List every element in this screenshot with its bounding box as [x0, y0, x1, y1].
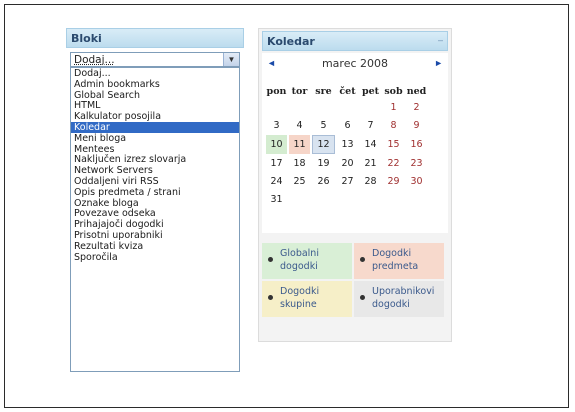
calendar-day[interactable]: 24 [266, 173, 287, 190]
dropdown-option[interactable]: Opis predmeta / strani [71, 187, 239, 198]
next-month-icon[interactable]: ► [434, 58, 443, 68]
calendar-empty-cell [289, 99, 310, 116]
calendar-day[interactable]: 1 [383, 99, 404, 116]
dropdown-option[interactable]: Povezave odseka [71, 208, 239, 219]
blocks-panel-title: Bloki [66, 28, 244, 48]
dropdown-option[interactable]: Rezultati kviza [71, 241, 239, 252]
weekday-header: tor [291, 85, 308, 97]
month-title[interactable]: marec 2008 [262, 57, 448, 70]
calendar-day[interactable]: 27 [337, 173, 358, 190]
calendar-empty-cell [337, 99, 358, 116]
calendar-empty-cell [383, 191, 404, 208]
calendar-empty-cell [360, 99, 381, 116]
calendar-empty-cell [289, 191, 310, 208]
calendar-header: Koledar – [262, 31, 448, 51]
legend-group-events[interactable]: Dogodki skupine [262, 281, 352, 317]
calendar-day[interactable]: 29 [383, 173, 404, 190]
calendar-day[interactable]: 30 [406, 173, 427, 190]
dropdown-option[interactable]: Oddaljeni viri RSS [71, 176, 239, 187]
calendar-day[interactable]: 18 [289, 155, 310, 172]
eye-icon [360, 257, 365, 262]
weekday-header: sob [384, 85, 403, 97]
calendar-day[interactable]: 22 [383, 155, 404, 172]
calendar-empty-cell [312, 99, 335, 116]
calendar-day[interactable]: 7 [360, 117, 381, 134]
weekday-header: pet [361, 85, 380, 97]
calendar-day[interactable]: 21 [360, 155, 381, 172]
eye-icon [360, 295, 365, 300]
legend-global-events[interactable]: Globalni dogodki [262, 243, 352, 279]
add-block-select[interactable]: Dodaj... ▼ [70, 52, 240, 67]
legend-label: Dogodki skupine [280, 286, 320, 310]
calendar-day[interactable]: 4 [289, 117, 310, 134]
calendar-empty-cell [266, 99, 287, 116]
calendar-block: Koledar – ◄ marec 2008 ► pon tor sre čet pet… [258, 28, 452, 342]
calendar-day[interactable]: 20 [337, 155, 358, 172]
calendar-day[interactable]: 17 [266, 155, 287, 172]
legend-label: Uporabnikovi dogodki [372, 286, 435, 310]
weekday-header: pon [266, 85, 287, 97]
dropdown-option[interactable]: Mentees [71, 144, 239, 155]
calendar-day[interactable]: 26 [312, 173, 335, 190]
dropdown-option[interactable]: Prisotni uporabniki [71, 230, 239, 241]
dropdown-option[interactable]: Koledar [71, 121, 239, 133]
eye-icon [268, 295, 273, 300]
calendar-day[interactable]: 5 [312, 117, 335, 134]
calendar-grid: pon tor sre čet pet sob ned 1 2 3 4 5 6 7 8 9 10 11 12 13 1… [264, 83, 429, 209]
calendar-day[interactable]: 10 [266, 135, 287, 154]
calendar-legend: Globalni dogodki Dogodki predmeta Dogodk… [262, 243, 448, 321]
calendar-day[interactable]: 15 [383, 135, 404, 154]
collapse-icon[interactable]: – [438, 35, 443, 45]
weekday-header: sre [315, 85, 332, 97]
calendar-day[interactable]: 23 [406, 155, 427, 172]
dropdown-option[interactable]: Admin bookmarks [71, 79, 239, 90]
calendar-day[interactable]: 9 [406, 117, 427, 134]
calendar-day[interactable]: 2 [406, 99, 427, 116]
dropdown-option[interactable]: Dodaj... [71, 68, 239, 79]
calendar-day[interactable]: 28 [360, 173, 381, 190]
chevron-down-icon[interactable]: ▼ [223, 53, 239, 66]
dropdown-option[interactable]: Sporočila [71, 252, 239, 263]
dropdown-option[interactable]: Prihajajoči dogodki [71, 219, 239, 230]
calendar-empty-cell [406, 191, 427, 208]
calendar-day[interactable]: 3 [266, 117, 287, 134]
legend-user-events[interactable]: Uporabnikovi dogodki [354, 281, 444, 317]
dropdown-option[interactable]: Kalkulator posojila [71, 111, 239, 122]
weekday-header: čet [339, 85, 356, 97]
calendar-empty-cell [360, 191, 381, 208]
legend-label: Dogodki predmeta [372, 248, 419, 272]
calendar-day[interactable]: 8 [383, 117, 404, 134]
calendar-day[interactable]: 31 [266, 191, 287, 208]
calendar-day[interactable]: 11 [289, 135, 310, 154]
calendar-empty-cell [312, 191, 335, 208]
calendar-day[interactable]: 16 [406, 135, 427, 154]
dropdown-option[interactable]: Global Search [71, 90, 239, 101]
add-block-dropdown-list[interactable]: Dodaj... Admin bookmarks Global Search HTML… [70, 67, 240, 372]
calendar-day[interactable]: 14 [360, 135, 381, 154]
dropdown-option[interactable]: Oznake bloga [71, 198, 239, 209]
calendar-day[interactable]: 12 [312, 135, 335, 154]
dropdown-option[interactable]: Naključen izrez slovarja [71, 154, 239, 165]
legend-course-events[interactable]: Dogodki predmeta [354, 243, 444, 279]
add-block-select-value: Dodaj... [74, 54, 115, 66]
legend-label: Globalni dogodki [280, 248, 319, 272]
dropdown-option[interactable]: Network Servers [71, 165, 239, 176]
month-navigation: ◄ marec 2008 ► [262, 57, 448, 73]
calendar-body: ◄ marec 2008 ► pon tor sre čet pet sob ned 123… [262, 53, 448, 233]
dropdown-option[interactable]: Meni bloga [71, 133, 239, 144]
blocks-panel: Bloki Dodaj... ▼ Dodaj... Admin bookmarks… [66, 28, 244, 372]
calendar-title: Koledar [267, 35, 315, 48]
calendar-day[interactable]: 25 [289, 173, 310, 190]
weekday-header: ned [406, 85, 427, 97]
calendar-day[interactable]: 6 [337, 117, 358, 134]
calendar-empty-cell [337, 191, 358, 208]
calendar-day[interactable]: 19 [312, 155, 335, 172]
calendar-day[interactable]: 13 [337, 135, 358, 154]
eye-icon [268, 257, 273, 262]
dropdown-option[interactable]: HTML [71, 100, 239, 111]
